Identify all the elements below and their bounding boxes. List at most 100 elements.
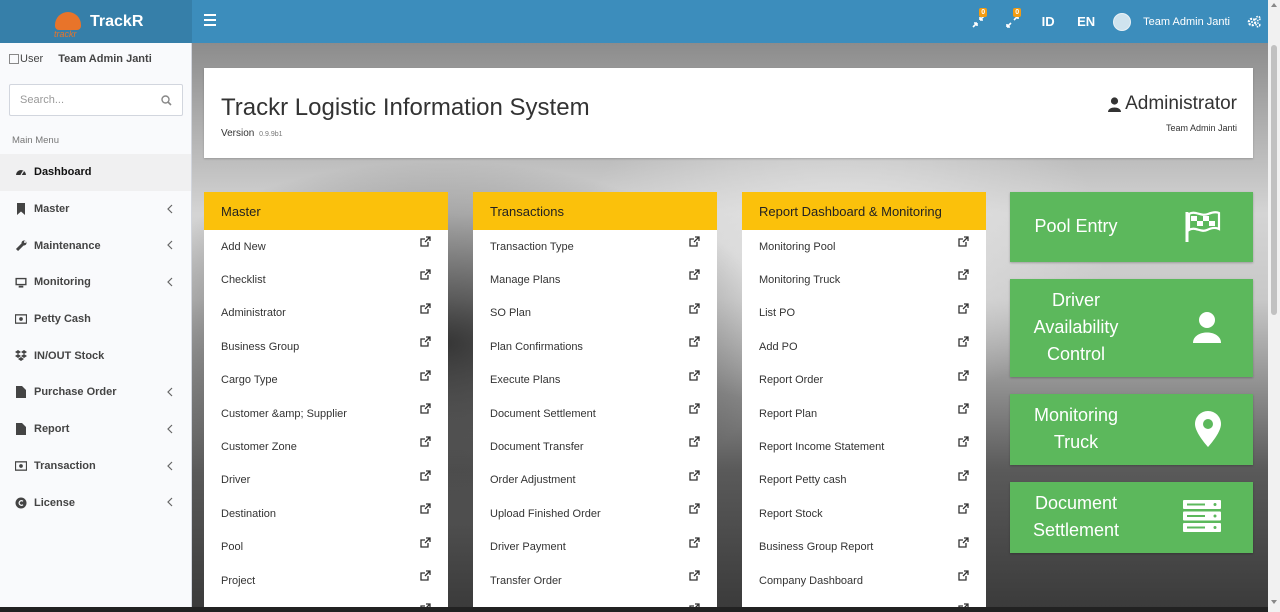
list-item[interactable]: Add New [204, 230, 448, 263]
list-item[interactable]: Destination [204, 497, 448, 530]
list-item[interactable]: Add PO [742, 330, 986, 363]
sidebar-toggle-icon[interactable] [204, 14, 216, 28]
list-item[interactable]: Company Dashboard [742, 564, 986, 597]
sidebar-item-maintenance[interactable]: Maintenance [0, 227, 191, 264]
list-item[interactable]: Upload Finished Order [473, 497, 717, 530]
list-item-label: Report Order [759, 374, 824, 387]
sidebar-item-report[interactable]: Report [0, 411, 191, 448]
sidebar-item-purchase-order[interactable]: Purchase Order [0, 374, 191, 411]
list-item[interactable]: Driver [204, 464, 448, 497]
sidebar-menu: Dashboard Master Maintenance Monitoring … [0, 154, 191, 521]
list-item[interactable]: Customer &amp; Supplier [204, 397, 448, 430]
list-item[interactable]: Administrator [204, 297, 448, 330]
list-item[interactable]: Driver Payment [473, 531, 717, 564]
copyright-icon [15, 497, 27, 509]
list-item-label: Customer &amp; Supplier [221, 407, 347, 420]
panel-master: Master Add New Checklist Administrator B… [204, 192, 448, 612]
tile-document-settlement[interactable]: Document Settlement [1010, 482, 1253, 553]
sidebar-user-name: Team Admin Janti [58, 53, 152, 65]
list-item[interactable]: Transaction Type [473, 230, 717, 263]
panel-header: Transactions [473, 192, 717, 230]
list-item-label: Report Petty cash [759, 474, 847, 487]
list-item[interactable]: Report Plan [742, 397, 986, 430]
list-item-label: Add New [221, 240, 266, 253]
list-item-label: Project [221, 574, 256, 587]
list-item[interactable]: Document Transfer [473, 430, 717, 463]
external-link-icon [958, 570, 969, 581]
sidebar-item-label: Transaction [34, 459, 96, 472]
notification-expand-button[interactable]: 0 [995, 0, 1029, 43]
page-header: Trackr Logistic Information System Versi… [204, 68, 1253, 158]
cogs-icon [1247, 15, 1261, 28]
bookmark-icon [15, 203, 27, 216]
sidebar-item-in-out-stock[interactable]: IN/OUT Stock [0, 337, 191, 374]
list-item-label: List PO [759, 307, 796, 320]
sidebar-item-dashboard[interactable]: Dashboard [0, 154, 191, 191]
search-icon[interactable] [161, 95, 172, 106]
chevron-left-icon [167, 424, 173, 434]
sidebar-item-master[interactable]: Master [0, 191, 191, 228]
list-item[interactable]: List PO [742, 297, 986, 330]
tile-label: Document Settlement [1032, 493, 1120, 540]
list-item[interactable]: Transfer Order [473, 564, 717, 597]
scrollbar-thumb[interactable] [1271, 45, 1277, 315]
flag-checkered-icon [1185, 211, 1221, 242]
tile-driver-availability[interactable]: Driver Availability Control [1010, 279, 1253, 377]
list-item[interactable]: Business Group Report [742, 531, 986, 564]
search-input[interactable] [20, 94, 160, 106]
list-item[interactable]: Report Stock [742, 497, 986, 530]
sidebar-item-label: Master [34, 203, 70, 216]
external-link-icon [420, 436, 431, 447]
notification-compress-button[interactable]: 0 [961, 0, 995, 43]
list-item[interactable]: Report Order [742, 364, 986, 397]
list-item[interactable]: Monitoring Truck [742, 263, 986, 296]
list-item-label: Document Settlement [490, 407, 596, 420]
version-info: Version 0.9.9b1 [221, 128, 283, 139]
sidebar-item-license[interactable]: License [0, 484, 191, 521]
list-item[interactable]: Execute Plans [473, 364, 717, 397]
brand-logo[interactable]: trackr TrackR [0, 0, 192, 43]
chevron-left-icon [167, 461, 173, 470]
list-item[interactable]: Project [204, 564, 448, 597]
settings-button[interactable] [1240, 0, 1268, 43]
lang-en-button[interactable]: EN [1067, 0, 1105, 43]
tile-pool-entry[interactable]: Pool Entry [1010, 192, 1253, 262]
scroll-down-arrow-icon[interactable] [1271, 600, 1277, 604]
list-item-label: Pool [221, 541, 244, 554]
list-item[interactable]: Checklist [204, 263, 448, 296]
sidebar-item-monitoring[interactable]: Monitoring [0, 264, 191, 301]
scroll-up-arrow-icon[interactable] [1271, 3, 1277, 7]
page-scrollbar[interactable] [1268, 0, 1280, 612]
list-item[interactable]: Report Petty cash [742, 464, 986, 497]
external-link-icon [689, 503, 700, 514]
chevron-left-icon [167, 387, 173, 397]
list-item[interactable]: Business Group [204, 330, 448, 363]
file-icon [15, 423, 27, 436]
list-item[interactable]: Manage Plans [473, 263, 717, 296]
lang-id-button[interactable]: ID [1029, 0, 1067, 43]
external-link-icon [958, 303, 969, 314]
tile-monitoring-truck[interactable]: Monitoring Truck [1010, 394, 1253, 465]
list-item[interactable]: Report Income Statement [742, 430, 986, 463]
brand-name: TrackR [90, 12, 144, 30]
sidebar-item-label: IN/OUT Stock [34, 349, 105, 362]
external-link-icon [689, 470, 700, 481]
sidebar-item-transaction[interactable]: Transaction [0, 448, 191, 485]
user-image: User [9, 53, 43, 65]
list-item-label: Customer Zone [221, 441, 297, 454]
top-navbar: trackr TrackR 0 0 ID EN Team Admin Janti [0, 0, 1268, 43]
list-item[interactable]: Monitoring Pool [742, 230, 986, 263]
list-item[interactable]: Order Adjustment [473, 464, 717, 497]
external-link-icon [420, 503, 431, 514]
user-icon [1108, 96, 1122, 112]
list-item[interactable]: Document Settlement [473, 397, 717, 430]
list-item[interactable]: Pool [204, 531, 448, 564]
list-item[interactable]: SO Plan [473, 297, 717, 330]
sidebar-item-petty-cash[interactable]: Petty Cash [0, 301, 191, 338]
list-item[interactable]: Cargo Type [204, 364, 448, 397]
panel-report-dashboard: Report Dashboard & Monitoring Monitoring… [742, 192, 986, 612]
list-item[interactable]: Customer Zone [204, 430, 448, 463]
list-item[interactable]: Plan Confirmations [473, 330, 717, 363]
user-menu[interactable]: Team Admin Janti [1105, 0, 1240, 43]
sidebar-item-label: Dashboard [34, 166, 92, 179]
